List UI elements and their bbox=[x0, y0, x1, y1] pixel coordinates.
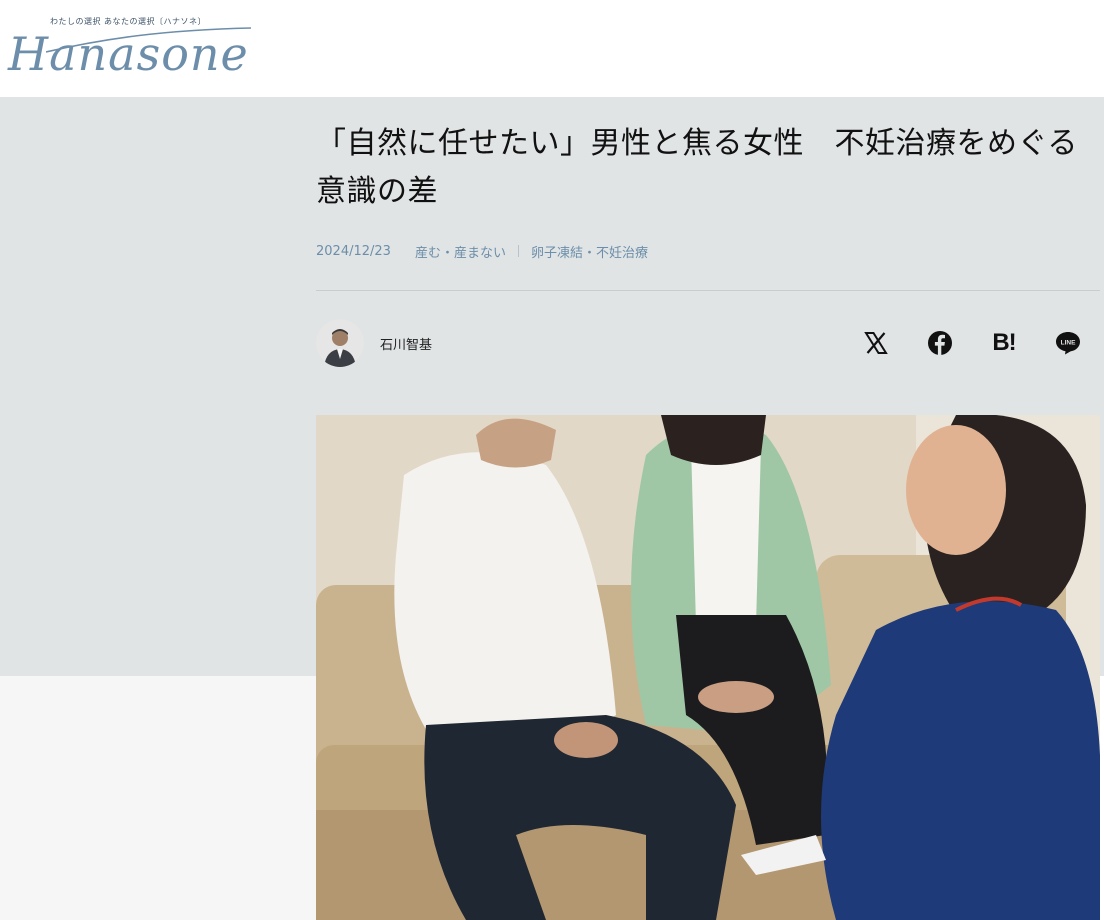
hero-photo-illustration bbox=[316, 415, 1100, 920]
category-link[interactable]: 卵子凍結・不妊治療 bbox=[531, 242, 648, 261]
line-icon[interactable]: LINE bbox=[1052, 327, 1084, 359]
author-block[interactable]: 石川智基 bbox=[316, 319, 432, 367]
site-logo[interactable]: わたしの選択 あなたの選択〔ハナソネ〕 Hanasone bbox=[6, 14, 256, 84]
author-name: 石川智基 bbox=[380, 337, 433, 353]
site-header: わたしの選択 あなたの選択〔ハナソネ〕 Hanasone bbox=[0, 0, 1104, 97]
article-date: 2024/12/23 bbox=[316, 243, 391, 259]
logo-wordmark: Hanasone bbox=[8, 27, 249, 81]
author-avatar bbox=[316, 319, 364, 367]
article-title: 「自然に任せたい」男性と焦る女性 不妊治療をめぐる意識の差 bbox=[316, 126, 1078, 209]
lower-left-panel bbox=[0, 676, 316, 920]
line-label: LINE bbox=[1061, 340, 1076, 347]
category-link[interactable]: 産む・産まない bbox=[415, 242, 506, 261]
hatena-label: B! bbox=[992, 329, 1016, 356]
article-meta: 2024/12/23 産む・産まない 卵子凍結・不妊治療 bbox=[316, 241, 648, 261]
x-icon[interactable] bbox=[860, 327, 892, 359]
meta-divider bbox=[316, 290, 1100, 291]
category-divider bbox=[517, 245, 519, 257]
hatena-bookmark-icon[interactable]: B! bbox=[988, 327, 1020, 359]
facebook-icon[interactable] bbox=[924, 327, 956, 359]
hero-image bbox=[316, 415, 1100, 920]
